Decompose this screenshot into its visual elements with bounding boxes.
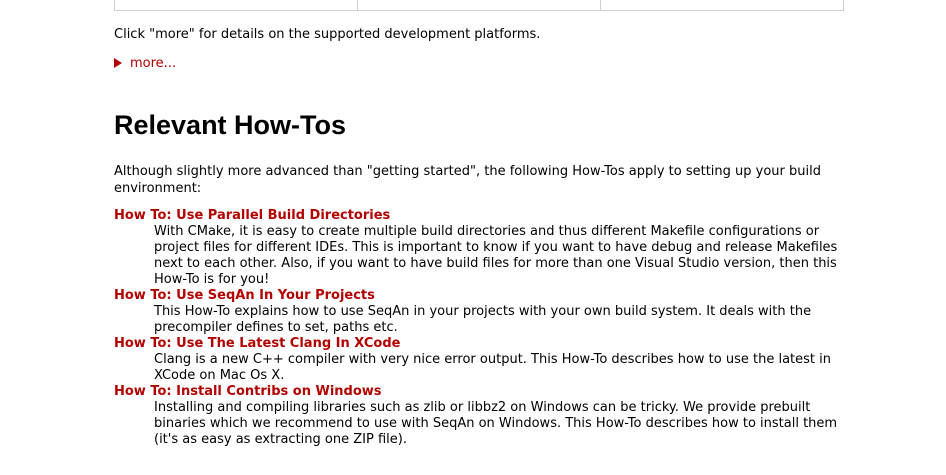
howto-item: How To: Install Contribs on Windows Inst…	[114, 384, 854, 448]
howto-link-use-seqan[interactable]: How To: Use SeqAn In Your Projects	[114, 288, 854, 304]
more-details-text: Click "more" for details on the supporte…	[114, 27, 541, 42]
more-link-label: more...	[130, 56, 177, 71]
section-intro: Although slightly more advanced than "ge…	[114, 164, 821, 196]
howto-item: How To: Use SeqAn In Your Projects This …	[114, 288, 854, 336]
howto-description: Clang is a new C++ compiler with very ni…	[154, 352, 831, 383]
triangle-right-icon	[114, 58, 122, 68]
howto-description: Installing and compiling libraries such …	[154, 400, 838, 447]
howto-list: How To: Use Parallel Build Directories W…	[114, 208, 854, 448]
table-cell	[601, 0, 843, 10]
platforms-table-bottom	[114, 0, 844, 11]
howto-item: How To: Use The Latest Clang In XCode Cl…	[114, 336, 854, 384]
howto-description: With CMake, it is easy to create multipl…	[154, 224, 838, 287]
howto-item: How To: Use Parallel Build Directories W…	[114, 208, 854, 288]
table-cell	[358, 0, 601, 10]
howto-link-parallel-build[interactable]: How To: Use Parallel Build Directories	[114, 208, 854, 224]
more-link[interactable]: more...	[114, 55, 176, 72]
table-cell	[115, 0, 358, 10]
section-title: Relevant How-Tos	[114, 110, 347, 140]
howto-link-clang-xcode[interactable]: How To: Use The Latest Clang In XCode	[114, 336, 854, 352]
howto-description: This How-To explains how to use SeqAn in…	[154, 304, 812, 335]
howto-link-contribs-windows[interactable]: How To: Install Contribs on Windows	[114, 384, 854, 400]
